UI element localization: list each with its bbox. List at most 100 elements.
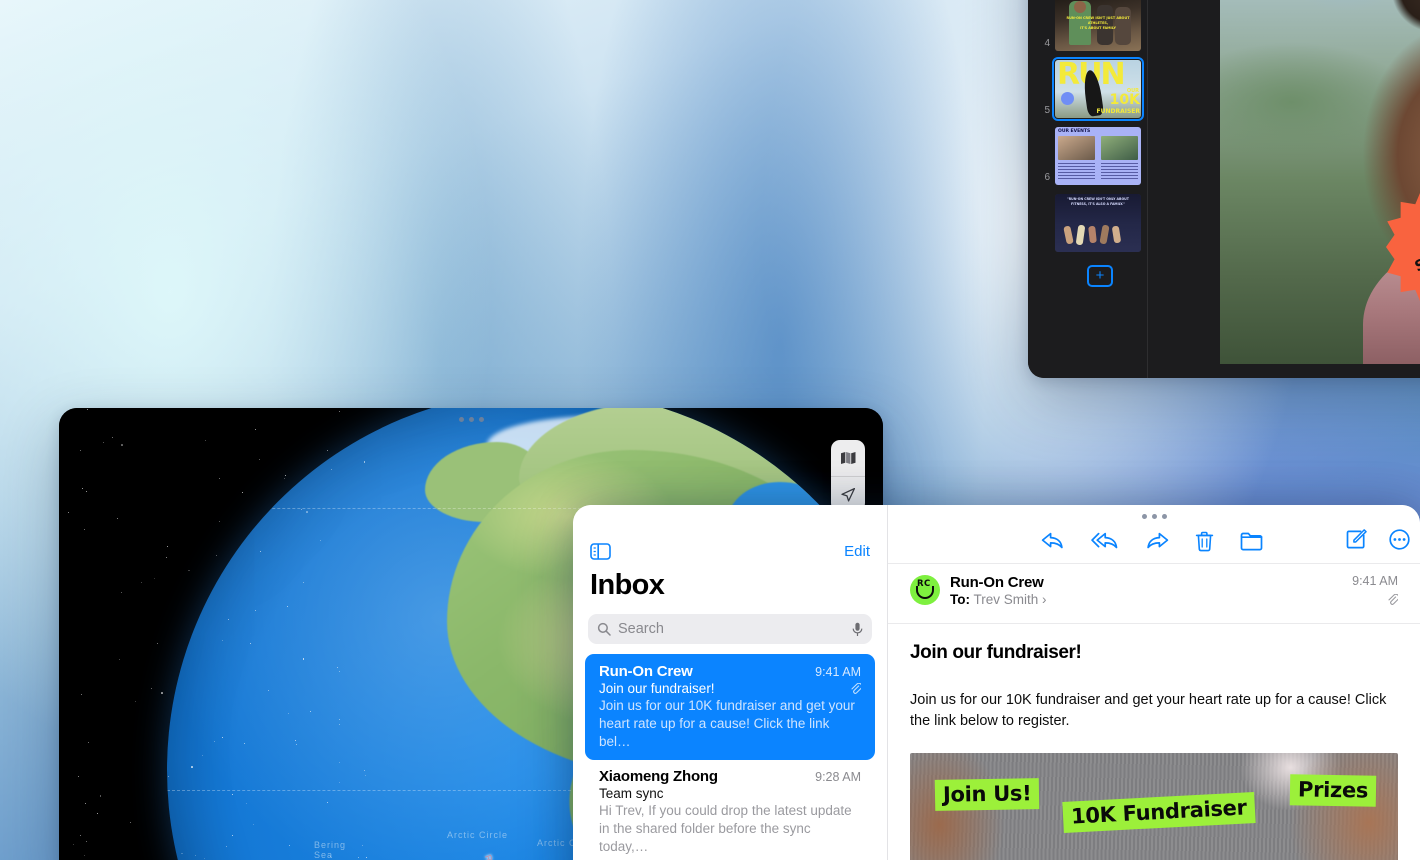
star <box>85 803 86 804</box>
compose-button[interactable] <box>1346 529 1367 550</box>
trash-icon <box>1195 531 1214 552</box>
star <box>161 692 163 694</box>
mail-message-list[interactable]: Edit Inbox Search Run-On Crew 9:41 AM Jo… <box>573 505 888 860</box>
navigation-arrow-icon <box>840 487 856 503</box>
compose-icon <box>1346 529 1367 550</box>
star <box>119 659 120 660</box>
star <box>112 437 113 438</box>
banner-tag-10k-fundraiser: 10K Fundraiser <box>1062 792 1255 833</box>
mail-message-detail[interactable]: RC Run-On Crew To: Trev Smith › 9:41 AM <box>888 505 1420 860</box>
slide-thumbnail-item[interactable]: 5 RUN OUR 10K FUNDRAISER <box>1032 60 1141 118</box>
mail-body-text: Join us for our 10K fundraiser and get y… <box>910 690 1398 733</box>
slide-thumbnail-5-selected[interactable]: RUN OUR 10K FUNDRAISER <box>1055 60 1141 118</box>
star <box>191 766 193 768</box>
sidebar-toggle-button[interactable] <box>590 543 611 560</box>
slide-thumbnail-rail[interactable]: 3 COMMUNITY <box>1028 0 1148 378</box>
edit-button[interactable]: Edit <box>844 543 870 560</box>
star <box>100 795 102 797</box>
chevron-right-icon: › <box>1042 592 1047 607</box>
attachment-clip-icon <box>850 683 861 695</box>
mail-detail-recipient-row[interactable]: To: Trev Smith › <box>950 592 1352 607</box>
more-button[interactable] <box>1389 529 1410 550</box>
mail-time: 9:28 AM <box>815 770 861 784</box>
current-slide: RU C COMMUNITY FUNDRAISER 10K RUN RUNSTR… <box>1220 0 1420 364</box>
star <box>68 512 69 513</box>
add-slide-button[interactable]: + <box>1087 265 1113 287</box>
star <box>117 518 118 519</box>
search-input[interactable]: Search <box>588 614 872 644</box>
mail-list-row[interactable]: Xiaomeng Zhong 9:28 AM Team sync Hi Trev… <box>588 760 872 860</box>
ellipsis-circle-icon <box>1389 529 1410 550</box>
mail-window[interactable]: Edit Inbox Search Run-On Crew 9:41 AM Jo… <box>573 505 1420 860</box>
star <box>103 442 104 443</box>
slide-thumbnail-item[interactable]: "RUN-ON CREW ISN'T ONLY ABOUT FITNESS, IT… <box>1032 194 1141 252</box>
mailbox-title: Inbox <box>590 569 872 602</box>
to-label: To: <box>950 592 970 607</box>
grabber-dot <box>469 417 474 422</box>
slide-number: 4 <box>1040 39 1050 51</box>
star <box>222 640 223 641</box>
mail-list-row-selected[interactable]: Run-On Crew 9:41 AM Join our fundraiser!… <box>585 654 875 760</box>
star <box>195 855 196 856</box>
mail-body-banner-image[interactable]: Join Us! 10K Fundraiser Prizes <box>910 753 1398 860</box>
map-controls[interactable] <box>831 440 865 512</box>
slide-thumbnail-6[interactable]: OUR EVENTS <box>1055 127 1141 185</box>
star <box>73 844 74 845</box>
move-to-folder-button[interactable] <box>1240 532 1263 551</box>
folder-icon <box>1240 532 1263 551</box>
star <box>188 570 190 572</box>
star <box>337 667 338 668</box>
banner-tag-prizes: Prizes <box>1290 774 1377 806</box>
slide-number <box>1040 250 1050 252</box>
desktop-wallpaper: 3 COMMUNITY <box>0 0 1420 860</box>
attachment-clip-icon <box>1387 594 1398 606</box>
reply-button[interactable] <box>1041 531 1065 551</box>
mail-window-grabber[interactable] <box>888 514 1420 519</box>
banner-tag-join-us: Join Us! <box>935 778 1040 811</box>
mail-preview: Hi Trev, If you could drop the latest up… <box>599 802 861 856</box>
slide-canvas[interactable]: RU C COMMUNITY FUNDRAISER 10K RUN RUNSTR… <box>1148 0 1420 378</box>
star <box>219 478 220 479</box>
mail-toolbar-right[interactable] <box>1346 529 1410 550</box>
reply-all-button[interactable] <box>1091 531 1119 551</box>
slide-thumbnail-4[interactable]: RUN-ON CREW ISN'T JUST ABOUT ATHLETES, IT… <box>1055 0 1141 51</box>
recipient-name[interactable]: Trev Smith <box>974 592 1039 607</box>
star <box>87 409 88 410</box>
star <box>327 802 328 803</box>
mail-subject: Join our fundraiser! <box>599 681 715 696</box>
slide-thumbnail-item[interactable]: 6 OUR EVENTS <box>1032 127 1141 185</box>
star <box>78 776 79 777</box>
star <box>216 555 217 556</box>
mail-toolbar-left[interactable] <box>1041 531 1263 552</box>
mail-preview: Join us for our 10K fundraiser and get y… <box>599 697 861 751</box>
slide-thumbnail-item[interactable]: 4 RUN-ON CREW ISN'T JUST ABOUT ATHLETES,… <box>1032 0 1141 51</box>
star <box>84 855 85 856</box>
star <box>339 411 340 412</box>
mail-detail-attachment[interactable] <box>1352 593 1398 611</box>
star <box>339 762 340 763</box>
star <box>310 711 311 712</box>
star <box>327 450 328 451</box>
mail-detail-sender-block: Run-On Crew To: Trev Smith › <box>950 574 1352 607</box>
starburst-text: RUNSTRONG <box>1407 219 1420 276</box>
search-placeholder: Search <box>618 621 845 637</box>
star <box>303 582 304 583</box>
map-layers-button[interactable] <box>831 440 865 476</box>
avatar-smile <box>916 586 934 599</box>
mail-detail-body: Join our fundraiser! Join us for our 10K… <box>888 624 1420 860</box>
star <box>295 740 296 741</box>
star <box>253 824 254 825</box>
star <box>364 770 365 771</box>
star <box>141 582 142 583</box>
mail-detail-meta: 9:41 AM <box>1352 574 1398 611</box>
reply-all-icon <box>1091 531 1119 551</box>
star <box>80 835 81 836</box>
keynote-window[interactable]: 3 COMMUNITY <box>1028 0 1420 378</box>
slide-thumbnail-7[interactable]: "RUN-ON CREW ISN'T ONLY ABOUT FITNESS, IT… <box>1055 194 1141 252</box>
star <box>202 755 203 756</box>
maps-window-grabber[interactable] <box>59 417 883 422</box>
star <box>86 841 87 842</box>
delete-button[interactable] <box>1195 531 1214 552</box>
forward-button[interactable] <box>1145 531 1169 551</box>
search-icon <box>597 622 611 636</box>
